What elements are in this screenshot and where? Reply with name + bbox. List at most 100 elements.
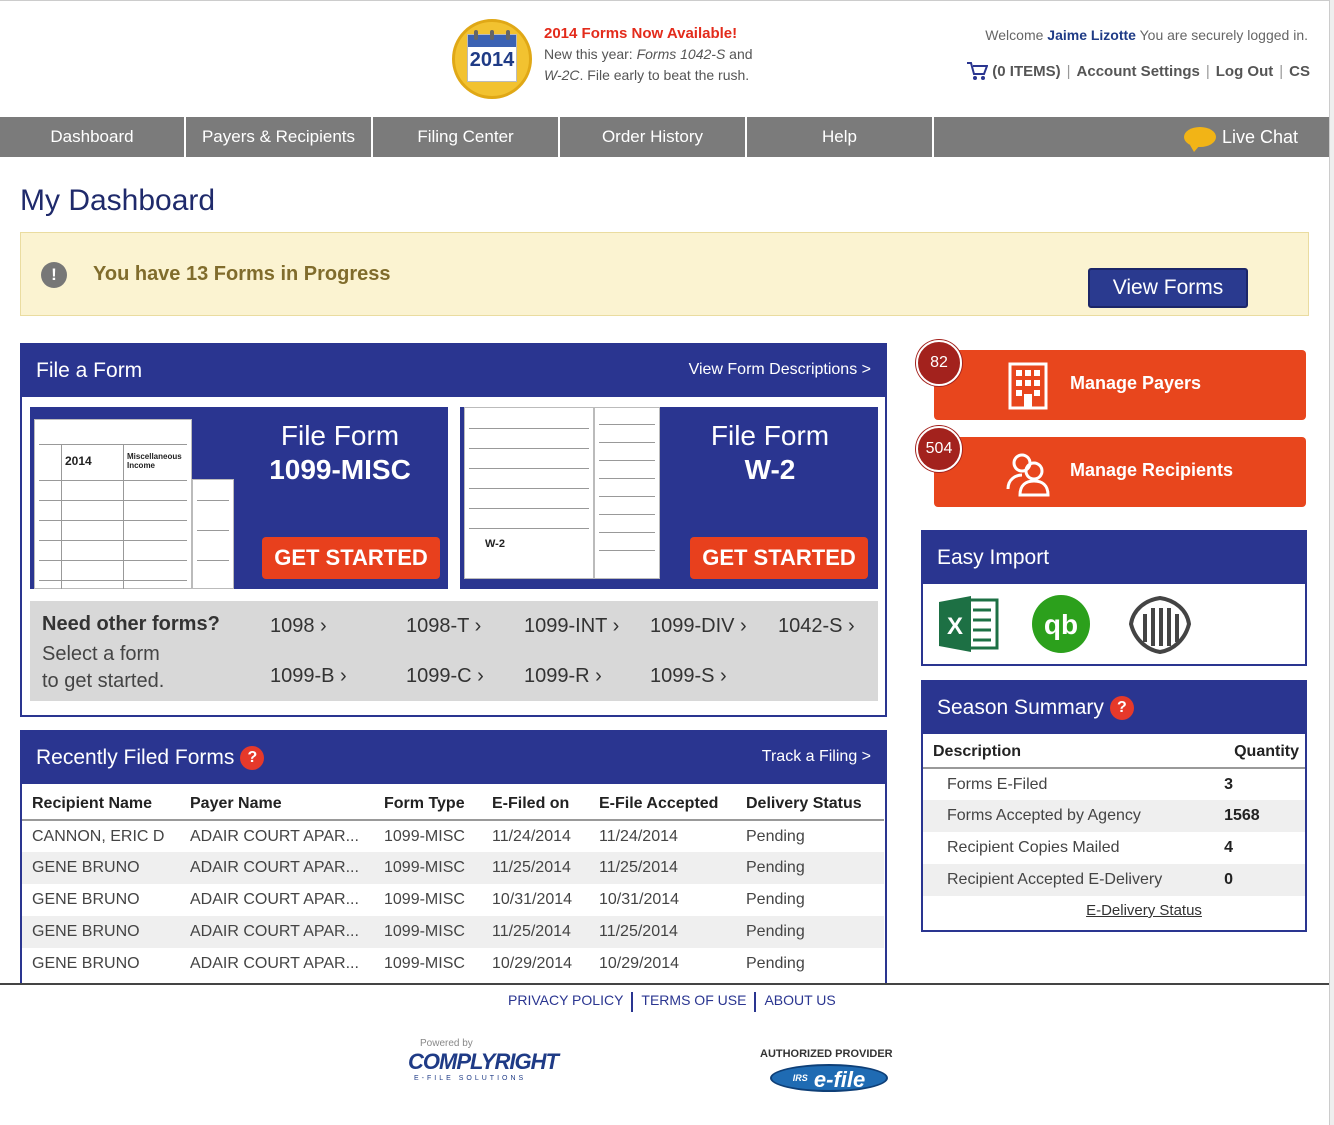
table-row[interactable]: GENE BRUNO ADAIR COURT APAR... 1099-MISC 10… [22, 884, 884, 916]
col-efiled-on[interactable]: E-Filed on [482, 788, 589, 821]
form-link-1042-s[interactable]: 1042-S › [778, 615, 855, 638]
form-link-1099-int[interactable]: 1099-INT › [524, 615, 619, 638]
table-cell: 1099-MISC [374, 852, 482, 884]
col-description: Description [923, 736, 1225, 769]
account-settings-link[interactable]: Account Settings [1077, 63, 1200, 80]
table-row[interactable]: GENE BRUNO ADAIR COURT APAR... 1099-MISC 11… [22, 916, 884, 948]
form-link-1098-t[interactable]: 1098-T › [406, 615, 481, 638]
irs-efile-logo: AUTHORIZED PROVIDER IRS e-file [760, 1048, 910, 1092]
privacy-policy-link[interactable]: PRIVACY POLICY [508, 992, 623, 1012]
recently-filed-panel: Recently Filed Forms? Track a Filing > R… [20, 730, 887, 984]
promo-forms-a: Forms 1042-S [636, 46, 726, 62]
form-link-1099-b[interactable]: 1099-B › [270, 665, 347, 688]
nav-help[interactable]: Help [747, 117, 934, 157]
e-delivery-status-link[interactable]: E-Delivery Status [923, 902, 1305, 919]
summary-row: Recipient Accepted E-Delivery 0 [923, 864, 1305, 896]
summary-row: Recipient Copies Mailed 4 [923, 832, 1305, 864]
efile-badge: IRS e-file [770, 1064, 888, 1092]
alert-text: You have 13 Forms in Progress [93, 263, 391, 285]
payers-count-badge: 82 [916, 340, 962, 386]
nav-payers-recipients[interactable]: Payers & Recipients [186, 117, 373, 157]
form-link-1099-s[interactable]: 1099-S › [650, 665, 727, 688]
table-cell: GENE BRUNO [32, 891, 140, 908]
live-chat-label: Live Chat [1221, 127, 1298, 147]
building-icon [1008, 362, 1048, 410]
form-link-1099-c[interactable]: 1099-C › [406, 665, 484, 688]
form-link-1099-div[interactable]: 1099-DIV › [650, 615, 747, 638]
summary-quantity: 1568 [1224, 800, 1305, 832]
promo-forms-b: W-2C [544, 67, 580, 83]
import-icons: X qb [937, 594, 1195, 654]
calendar-2014-icon: 2014 [452, 19, 532, 99]
manage-recipients-label: Manage Recipients [1070, 460, 1234, 480]
season-summary-panel: Season Summary? Description Quantity For… [921, 680, 1307, 932]
table-cell: 11/25/2014 [589, 916, 736, 948]
get-started-1099-misc-button[interactable]: GET STARTED [262, 537, 440, 579]
view-form-descriptions-link[interactable]: View Form Descriptions > [689, 361, 871, 379]
summary-row: Forms Accepted by Agency 1568 [923, 800, 1305, 832]
promo-title: 2014 Forms Now Available! [544, 25, 738, 42]
track-a-filing-link[interactable]: Track a Filing > [762, 748, 871, 766]
table-cell: 10/31/2014 [599, 891, 680, 908]
summary-quantity: 0 [1224, 864, 1305, 896]
forms-in-progress-alert: ! You have 13 Forms in Progress View For… [20, 232, 1309, 316]
terms-of-use-link[interactable]: TERMS OF USE [641, 992, 746, 1012]
summary-description: Forms Accepted by Agency [923, 800, 1225, 832]
summary-description: Forms E-Filed [923, 768, 1225, 800]
col-recipient-name[interactable]: Recipient Name [22, 788, 180, 821]
excel-icon[interactable]: X [937, 594, 1001, 654]
promo-line2: . File early to beat the rush. [579, 67, 750, 83]
cart-link[interactable]: (0 ITEMS) [992, 63, 1060, 80]
log-out-link[interactable]: Log Out [1216, 63, 1273, 80]
manage-recipients-button[interactable]: Manage Recipients [934, 437, 1306, 507]
about-us-link[interactable]: ABOUT US [764, 992, 835, 1012]
card-line2: W-2 [744, 454, 796, 485]
page-scrollbar[interactable] [1329, 0, 1334, 1125]
col-payer-name[interactable]: Payer Name [180, 788, 374, 821]
summary-row: Forms E-Filed 3 [923, 768, 1305, 800]
table-row[interactable]: CANNON, ERIC D ADAIR COURT APAR... 1099-MI… [22, 820, 884, 852]
cs-link[interactable]: CS [1289, 63, 1310, 80]
table-cell: CANNON, ERIC D [32, 827, 165, 845]
manage-payers-button[interactable]: Manage Payers [934, 350, 1306, 420]
col-efile-accepted[interactable]: E-File Accepted [589, 788, 736, 821]
table-cell: 10/31/2014 [492, 891, 573, 908]
cart-icon[interactable] [966, 61, 989, 81]
complyright-logo: Powered by COMPLYRIGHT E-FILE SOLUTIONS [408, 1038, 568, 1088]
season-summary-title: Season Summary? [937, 696, 1134, 720]
get-started-w2-button[interactable]: GET STARTED [690, 537, 868, 579]
table-cell: 1099-MISC [384, 955, 465, 972]
table-cell: 11/25/2014 [482, 916, 589, 948]
powered-by: Powered by [420, 1038, 473, 1049]
footer-divider [0, 983, 1329, 985]
card-line2: 1099-MISC [269, 454, 411, 485]
form-link-1098[interactable]: 1098 › [270, 615, 327, 638]
table-cell: 11/25/2014 [589, 852, 736, 884]
table-cell: Pending [746, 891, 805, 908]
form-card-1099-misc[interactable]: 2014 Miscellaneous Income File Form 1099… [30, 407, 448, 589]
table-cell: 10/29/2014 [599, 955, 680, 972]
nav-order-history[interactable]: Order History [560, 117, 747, 157]
nav-filing-center[interactable]: Filing Center [373, 117, 560, 157]
form-link-1099-r[interactable]: 1099-R › [524, 665, 602, 688]
view-forms-button[interactable]: View Forms [1088, 268, 1248, 308]
help-icon[interactable]: ? [240, 746, 265, 770]
irs-eagle-icon[interactable] [1125, 594, 1195, 654]
recently-filed-table: Recipient Name Payer Name Form Type E-Fi… [22, 788, 884, 980]
nav-dashboard[interactable]: Dashboard [0, 117, 186, 157]
table-cell: Pending [746, 827, 805, 845]
table-row[interactable]: GENE BRUNO ADAIR COURT APAR... 1099-MISC 11… [22, 852, 884, 884]
account-links: (0 ITEMS) | Account Settings | Log Out | CS [966, 61, 1310, 81]
col-delivery-status[interactable]: Delivery Status [736, 788, 884, 821]
live-chat-button[interactable]: Live Chat [1183, 117, 1298, 157]
excel-letter: X [947, 613, 963, 640]
welcome-message: Welcome Jaime Lizotte You are securely l… [985, 27, 1308, 43]
col-form-type[interactable]: Form Type [374, 788, 482, 821]
table-cell: Pending [746, 955, 805, 972]
recently-filed-title: Recently Filed Forms? [36, 746, 265, 770]
help-icon[interactable]: ? [1109, 696, 1134, 720]
table-row[interactable]: GENE BRUNO ADAIR COURT APAR... 1099-MISC 10… [22, 948, 884, 980]
promo-line: New this year: [544, 46, 637, 62]
quickbooks-icon[interactable]: qb [1031, 594, 1095, 654]
form-card-w2[interactable]: W-2 File Form W-2 GET STARTED [460, 407, 878, 589]
